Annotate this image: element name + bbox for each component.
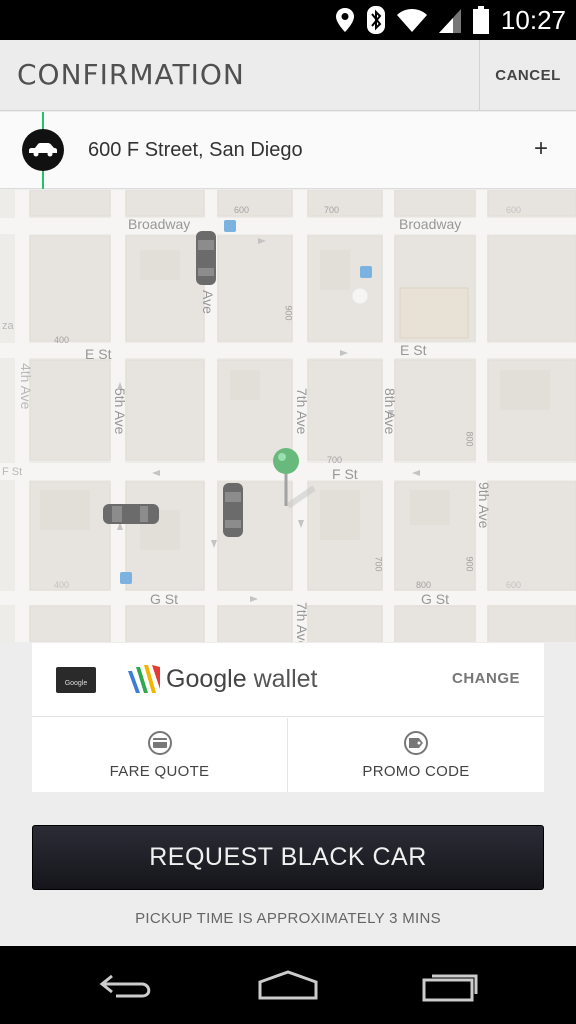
google-wallet-icon <box>128 665 160 693</box>
location-icon <box>335 8 354 32</box>
address-number: 400 <box>54 580 70 590</box>
map-canvas <box>0 190 576 642</box>
map-view[interactable]: Broadway Broadway E St E St F St F St G … <box>0 190 576 642</box>
cancel-button[interactable]: CANCEL <box>479 40 576 111</box>
address-number: 600 <box>506 205 522 215</box>
street-label: 4th Ave <box>18 363 34 410</box>
page-title: CONFIRMATION <box>17 58 245 91</box>
address-number: 800 <box>416 580 432 590</box>
street-label: 9th Ave <box>476 482 492 529</box>
street-label: F St <box>332 466 358 482</box>
payment-panel: Google Google wallet CHANGE FARE QUOTE P… <box>32 643 544 792</box>
request-car-button[interactable]: REQUEST BLACK CAR <box>32 825 544 890</box>
address-number: 700 <box>373 556 384 572</box>
street-label: F St <box>2 466 23 478</box>
street-label: Ave <box>200 290 216 314</box>
pickup-address: 600 F Street, San Diego <box>88 139 303 161</box>
address-number: 600 <box>506 580 522 590</box>
bluetooth-icon <box>366 6 385 34</box>
address-number: 700 <box>324 205 340 215</box>
fare-quote-button[interactable]: FARE QUOTE <box>32 718 288 792</box>
header: CONFIRMATION CANCEL <box>0 40 576 111</box>
wallet-card-icon: Google <box>56 667 96 693</box>
street-label: G St <box>421 591 450 607</box>
battery-icon <box>472 6 489 34</box>
promo-code-button[interactable]: PROMO CODE <box>288 718 544 792</box>
address-number: 900 <box>464 556 475 572</box>
car-icon <box>22 129 64 171</box>
street-label: E St <box>85 346 112 362</box>
street-label: 8th Ave <box>382 388 398 435</box>
wifi-icon <box>396 9 427 32</box>
street-label: 7th Ave <box>294 602 310 642</box>
address-number: 400 <box>54 335 70 345</box>
address-number: 600 <box>234 205 250 215</box>
recent-apps-icon[interactable] <box>418 968 478 1004</box>
street-label: G St <box>150 591 179 607</box>
fare-card-icon <box>147 730 172 755</box>
change-payment-button[interactable]: CHANGE <box>452 670 520 687</box>
fare-quote-label: FARE QUOTE <box>109 762 210 780</box>
home-icon[interactable] <box>256 968 320 1004</box>
status-time: 10:27 <box>500 4 566 35</box>
payment-method-row[interactable]: Google Google wallet CHANGE <box>32 643 544 717</box>
street-label: 7th Ave <box>294 388 310 435</box>
payment-provider: Google wallet <box>166 665 318 693</box>
street-label: Broadway <box>128 216 191 232</box>
back-icon[interactable] <box>98 968 158 1004</box>
promo-code-label: PROMO CODE <box>362 762 470 780</box>
address-number: 700 <box>327 455 343 465</box>
street-label: 5th Ave <box>112 388 128 435</box>
app-screen: CONFIRMATION CANCEL 600 F Street, San Di… <box>0 40 576 946</box>
street-label: E St <box>400 342 427 358</box>
car-marker <box>196 231 216 285</box>
status-icons: 10:27 <box>335 4 566 36</box>
address-number: 900 <box>283 305 294 321</box>
pickup-pin-icon <box>273 448 316 509</box>
promo-tag-icon <box>404 730 428 755</box>
navigation-bar <box>0 946 576 1024</box>
add-destination-button[interactable]: + <box>526 134 556 164</box>
status-bar: 10:27 <box>0 0 576 40</box>
address-number: 800 <box>464 431 475 447</box>
street-label: za <box>2 320 14 332</box>
cell-signal-icon <box>438 9 461 33</box>
street-label: Broadway <box>399 216 462 232</box>
car-marker <box>223 483 243 537</box>
car-marker <box>103 504 159 524</box>
pickup-time-text: PICKUP TIME IS APPROXIMATELY 3 MINS <box>135 910 441 927</box>
pickup-address-bar[interactable]: 600 F Street, San Diego + <box>0 112 576 189</box>
